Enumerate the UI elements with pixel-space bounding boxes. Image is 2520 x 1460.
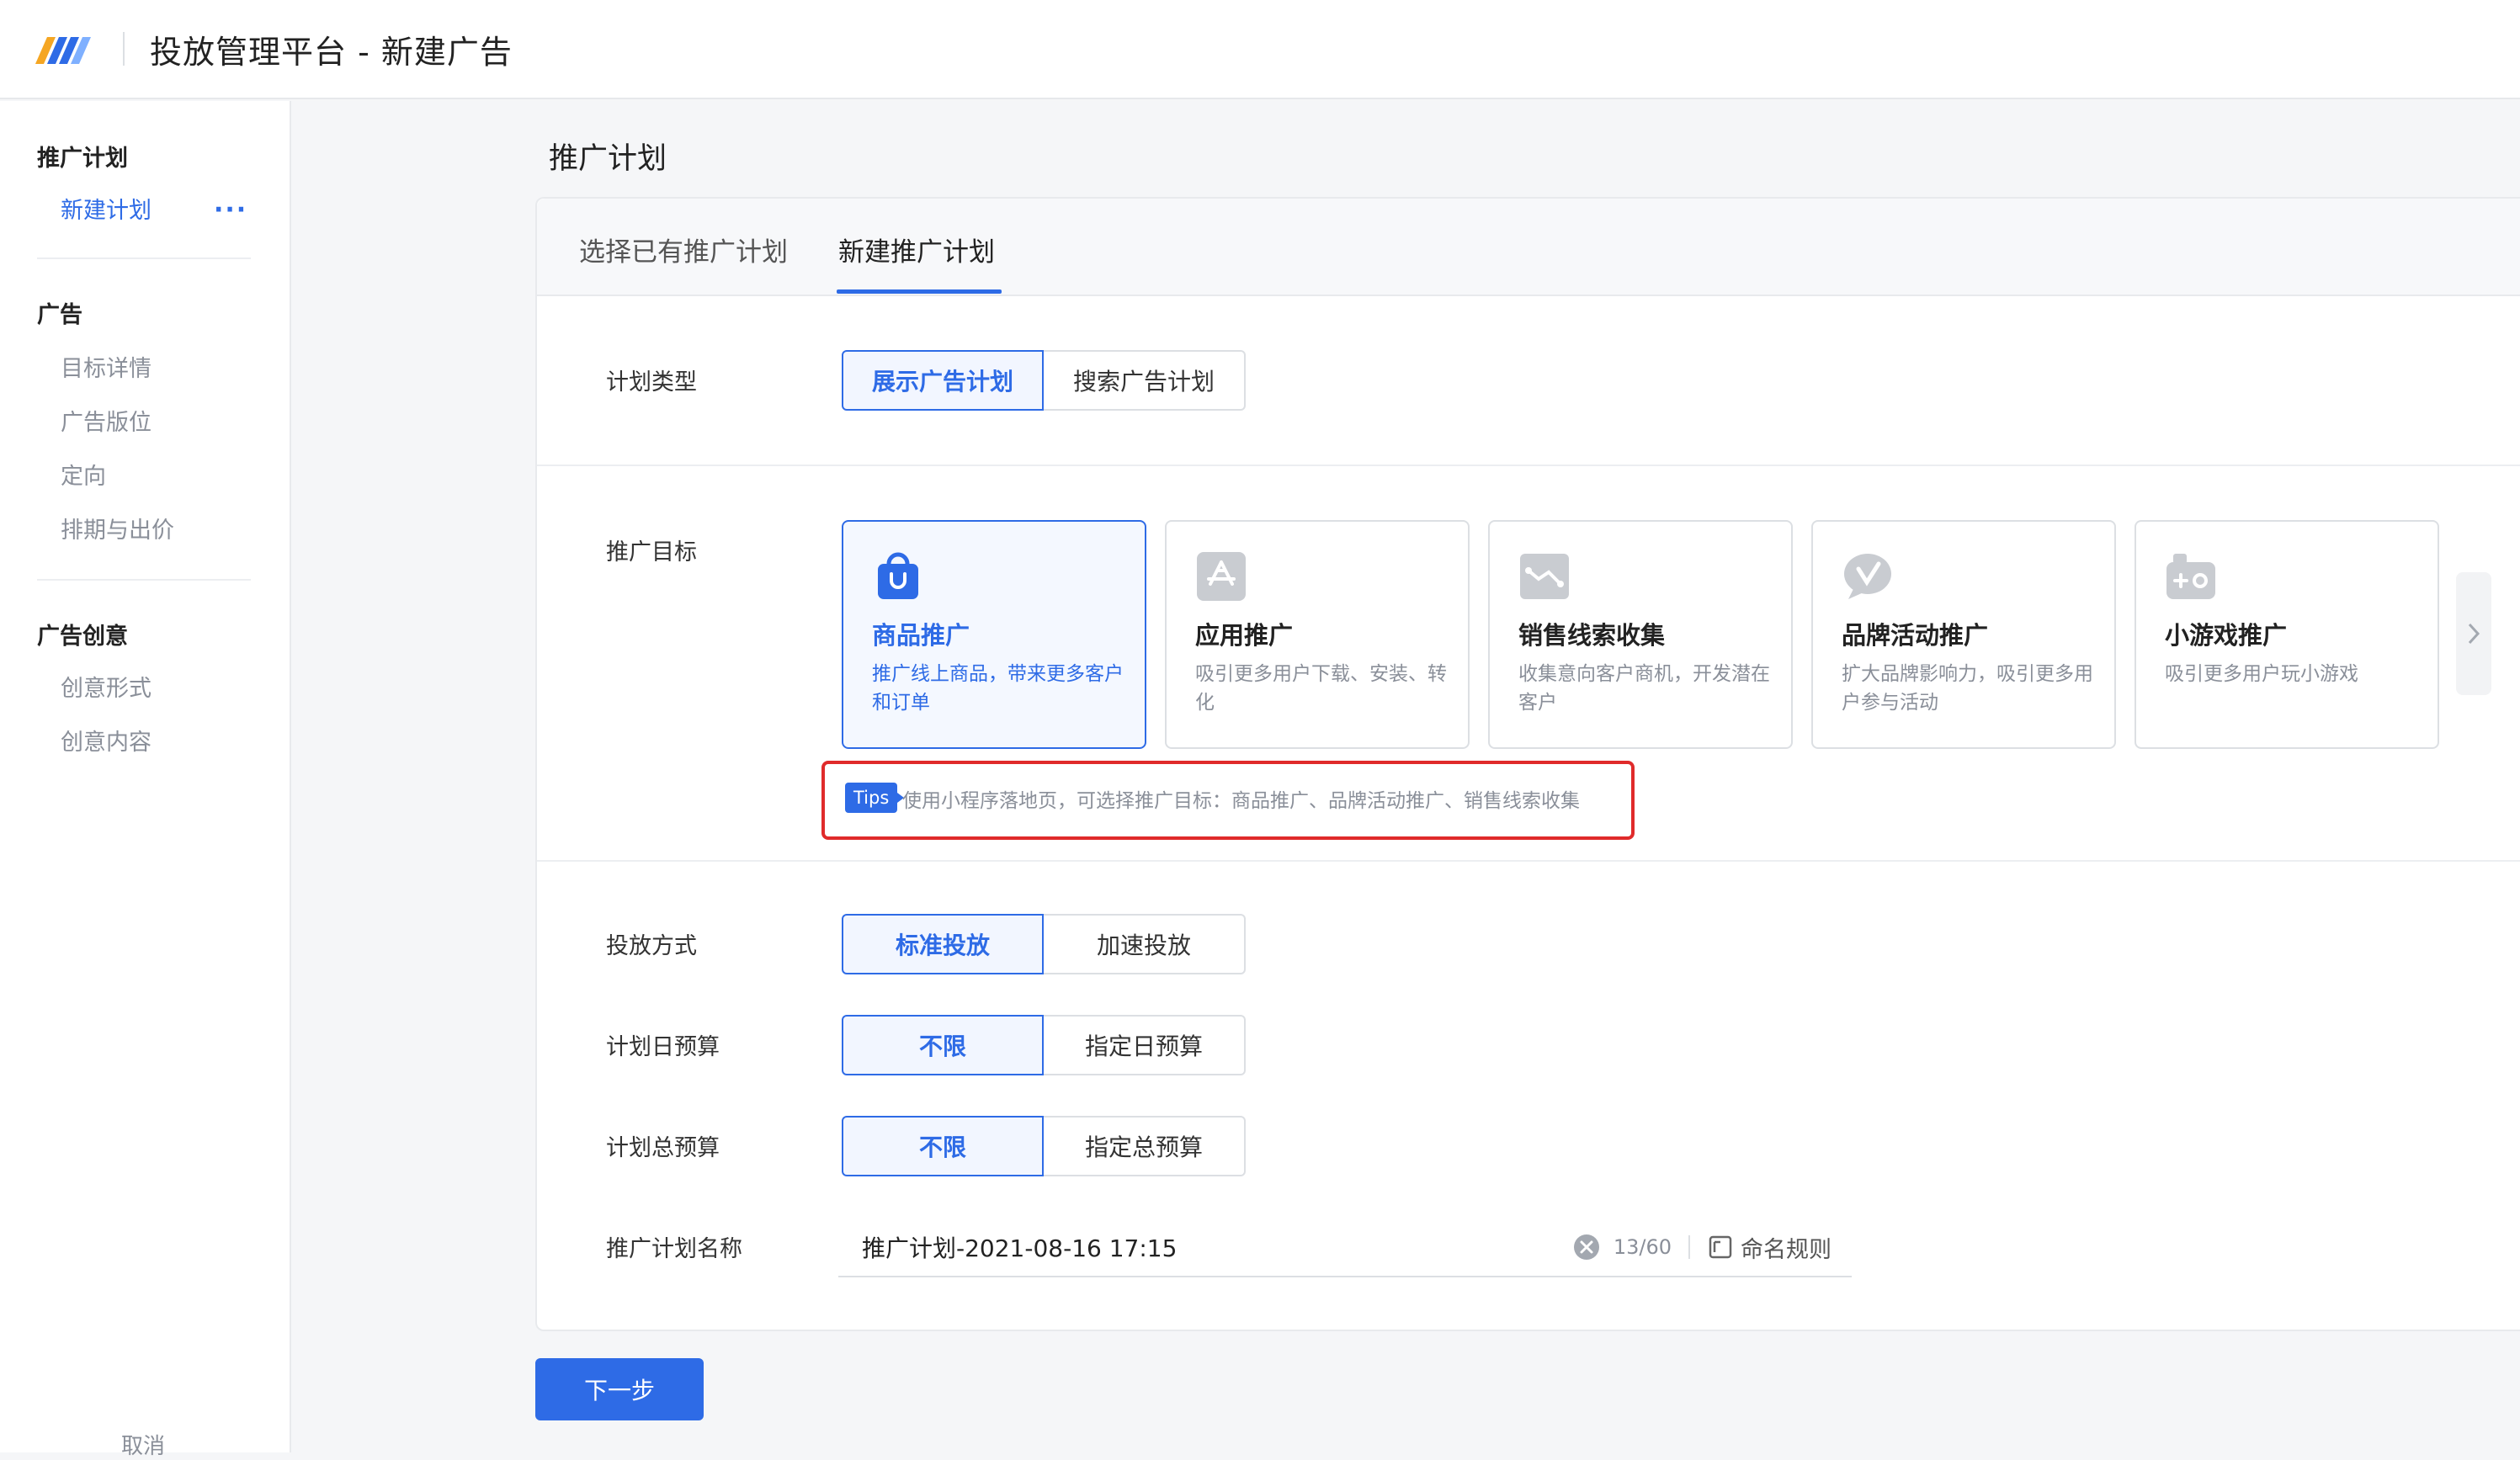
platform-logo-icon [35, 37, 91, 64]
daily-budget-label: 计划日预算 [606, 1034, 720, 1060]
tab-select-existing-plan[interactable]: 选择已有推广计划 [579, 231, 788, 268]
tips-highlight-box: Tips 使用小程序落地页，可选择推广目标：商品推广、品牌活动推广、销售线索收集 [821, 761, 1635, 840]
shopping-bag-icon [878, 552, 918, 599]
plan-type-selector: 展示广告计划 搜索广告计划 [842, 350, 1246, 411]
lead-chart-icon [1520, 554, 1569, 599]
plan-type-display-button[interactable]: 展示广告计划 [842, 350, 1044, 411]
app-title: 投放管理平台 - 新建广告 [150, 33, 513, 71]
delivery-standard-button[interactable]: 标准投放 [842, 914, 1044, 974]
plan-name-input[interactable] [838, 1233, 1573, 1261]
sidebar-item-new-plan[interactable]: 新建计划 [61, 192, 152, 225]
sidebar-item-schedule-bid[interactable]: 排期与出价 [61, 512, 174, 544]
plan-type-label: 计划类型 [606, 369, 697, 396]
sidebar-item-targeting[interactable]: 定向 [61, 458, 106, 491]
goal-card-product[interactable]: 商品推广 推广线上商品，带来更多客户和订单 [842, 520, 1146, 749]
goal-desc: 推广线上商品，带来更多客户和订单 [872, 663, 1124, 714]
delivery-accelerated-button[interactable]: 加速投放 [1044, 914, 1246, 974]
more-options-icon[interactable]: ··· [214, 195, 247, 225]
goal-card-leads[interactable]: 销售线索收集 收集意向客户商机，开发潜在客户 [1488, 520, 1793, 749]
goal-card-minigame[interactable]: 小游戏推广 吸引更多用户玩小游戏 [2135, 520, 2439, 749]
plan-tabs: 选择已有推广计划 新建推广计划 [537, 199, 2520, 296]
goal-desc: 收集意向客户商机，开发潜在客户 [1518, 663, 1770, 714]
goal-card-app[interactable]: 应用推广 吸引更多用户下载、安装、转化 [1165, 520, 1470, 749]
top-header: 投放管理平台 - 新建广告 [0, 0, 2520, 99]
page-title: 推广计划 [549, 142, 667, 176]
char-counter: 13/60 [1613, 1235, 1672, 1259]
plan-name-label: 推广计划名称 [606, 1236, 742, 1262]
total-budget-label: 计划总预算 [606, 1135, 720, 1161]
daily-budget-specify-button[interactable]: 指定日预算 [1044, 1015, 1246, 1075]
cancel-link[interactable]: 取消 [121, 1429, 165, 1460]
gamepad-icon [2166, 554, 2215, 599]
header-divider [123, 32, 125, 66]
sidebar-item-creative-format[interactable]: 创意形式 [61, 670, 152, 703]
daily-budget-unlimited-button[interactable]: 不限 [842, 1015, 1044, 1075]
delivery-label: 投放方式 [606, 933, 697, 959]
goal-title: 应用推广 [1195, 621, 1294, 650]
goal-label: 推广目标 [606, 539, 697, 565]
section-divider [537, 860, 2520, 862]
goal-desc: 扩大品牌影响力，吸引更多用户参与活动 [1842, 663, 2093, 714]
brand-chat-icon [1844, 554, 1891, 599]
goal-scroll-right-button[interactable] [2456, 572, 2491, 695]
goal-title: 品牌活动推广 [1842, 621, 1989, 650]
tab-new-plan[interactable]: 新建推广计划 [838, 231, 995, 268]
daily-budget-selector: 不限 指定日预算 [842, 1015, 1246, 1075]
goal-title: 小游戏推广 [2165, 621, 2288, 650]
sidebar-group-ad: 广告 [37, 302, 82, 328]
chevron-right-icon [2468, 623, 2480, 645]
goal-desc: 吸引更多用户玩小游戏 [2165, 663, 2358, 685]
total-budget-unlimited-button[interactable]: 不限 [842, 1116, 1044, 1176]
sidebar-divider [37, 257, 251, 259]
delivery-selector: 标准投放 加速投放 [842, 914, 1246, 974]
plan-name-field: 13/60 命名规则 [838, 1218, 1852, 1277]
sidebar-group-plan: 推广计划 [37, 146, 128, 172]
clear-input-icon[interactable] [1573, 1234, 1600, 1261]
goal-title: 商品推广 [872, 621, 970, 650]
sidebar-item-creative-content[interactable]: 创意内容 [61, 724, 152, 757]
tips-badge: Tips [845, 783, 905, 813]
goal-title: 销售线索收集 [1518, 621, 1666, 650]
sidebar-item-ad-placement[interactable]: 广告版位 [61, 404, 152, 437]
plan-form-card: 选择已有推广计划 新建推广计划 计划类型 展示广告计划 搜索广告计划 推广目标 … [535, 197, 2520, 1331]
sidebar: 推广计划 新建计划 ··· 广告 目标详情 广告版位 定向 排期与出价 广告创意… [0, 101, 291, 1459]
goal-card-brand[interactable]: 品牌活动推广 扩大品牌影响力，吸引更多用户参与活动 [1811, 520, 2116, 749]
sidebar-item-goal-detail[interactable]: 目标详情 [61, 350, 152, 383]
input-separator [1688, 1235, 1690, 1259]
naming-rule-link[interactable]: 命名规则 [1741, 1231, 1832, 1264]
next-step-button[interactable]: 下一步 [535, 1358, 704, 1420]
naming-rule-icon [1709, 1235, 1732, 1259]
total-budget-selector: 不限 指定总预算 [842, 1116, 1246, 1176]
total-budget-specify-button[interactable]: 指定总预算 [1044, 1116, 1246, 1176]
plan-type-search-button[interactable]: 搜索广告计划 [1044, 350, 1246, 411]
sidebar-divider [37, 579, 251, 581]
active-tab-indicator [837, 289, 1002, 294]
section-divider [537, 465, 2520, 466]
app-store-icon [1197, 552, 1246, 601]
sidebar-group-creative: 广告创意 [37, 624, 128, 650]
tips-text: 使用小程序落地页，可选择推广目标：商品推广、品牌活动推广、销售线索收集 [902, 790, 1580, 812]
goal-desc: 吸引更多用户下载、安装、转化 [1195, 663, 1447, 714]
